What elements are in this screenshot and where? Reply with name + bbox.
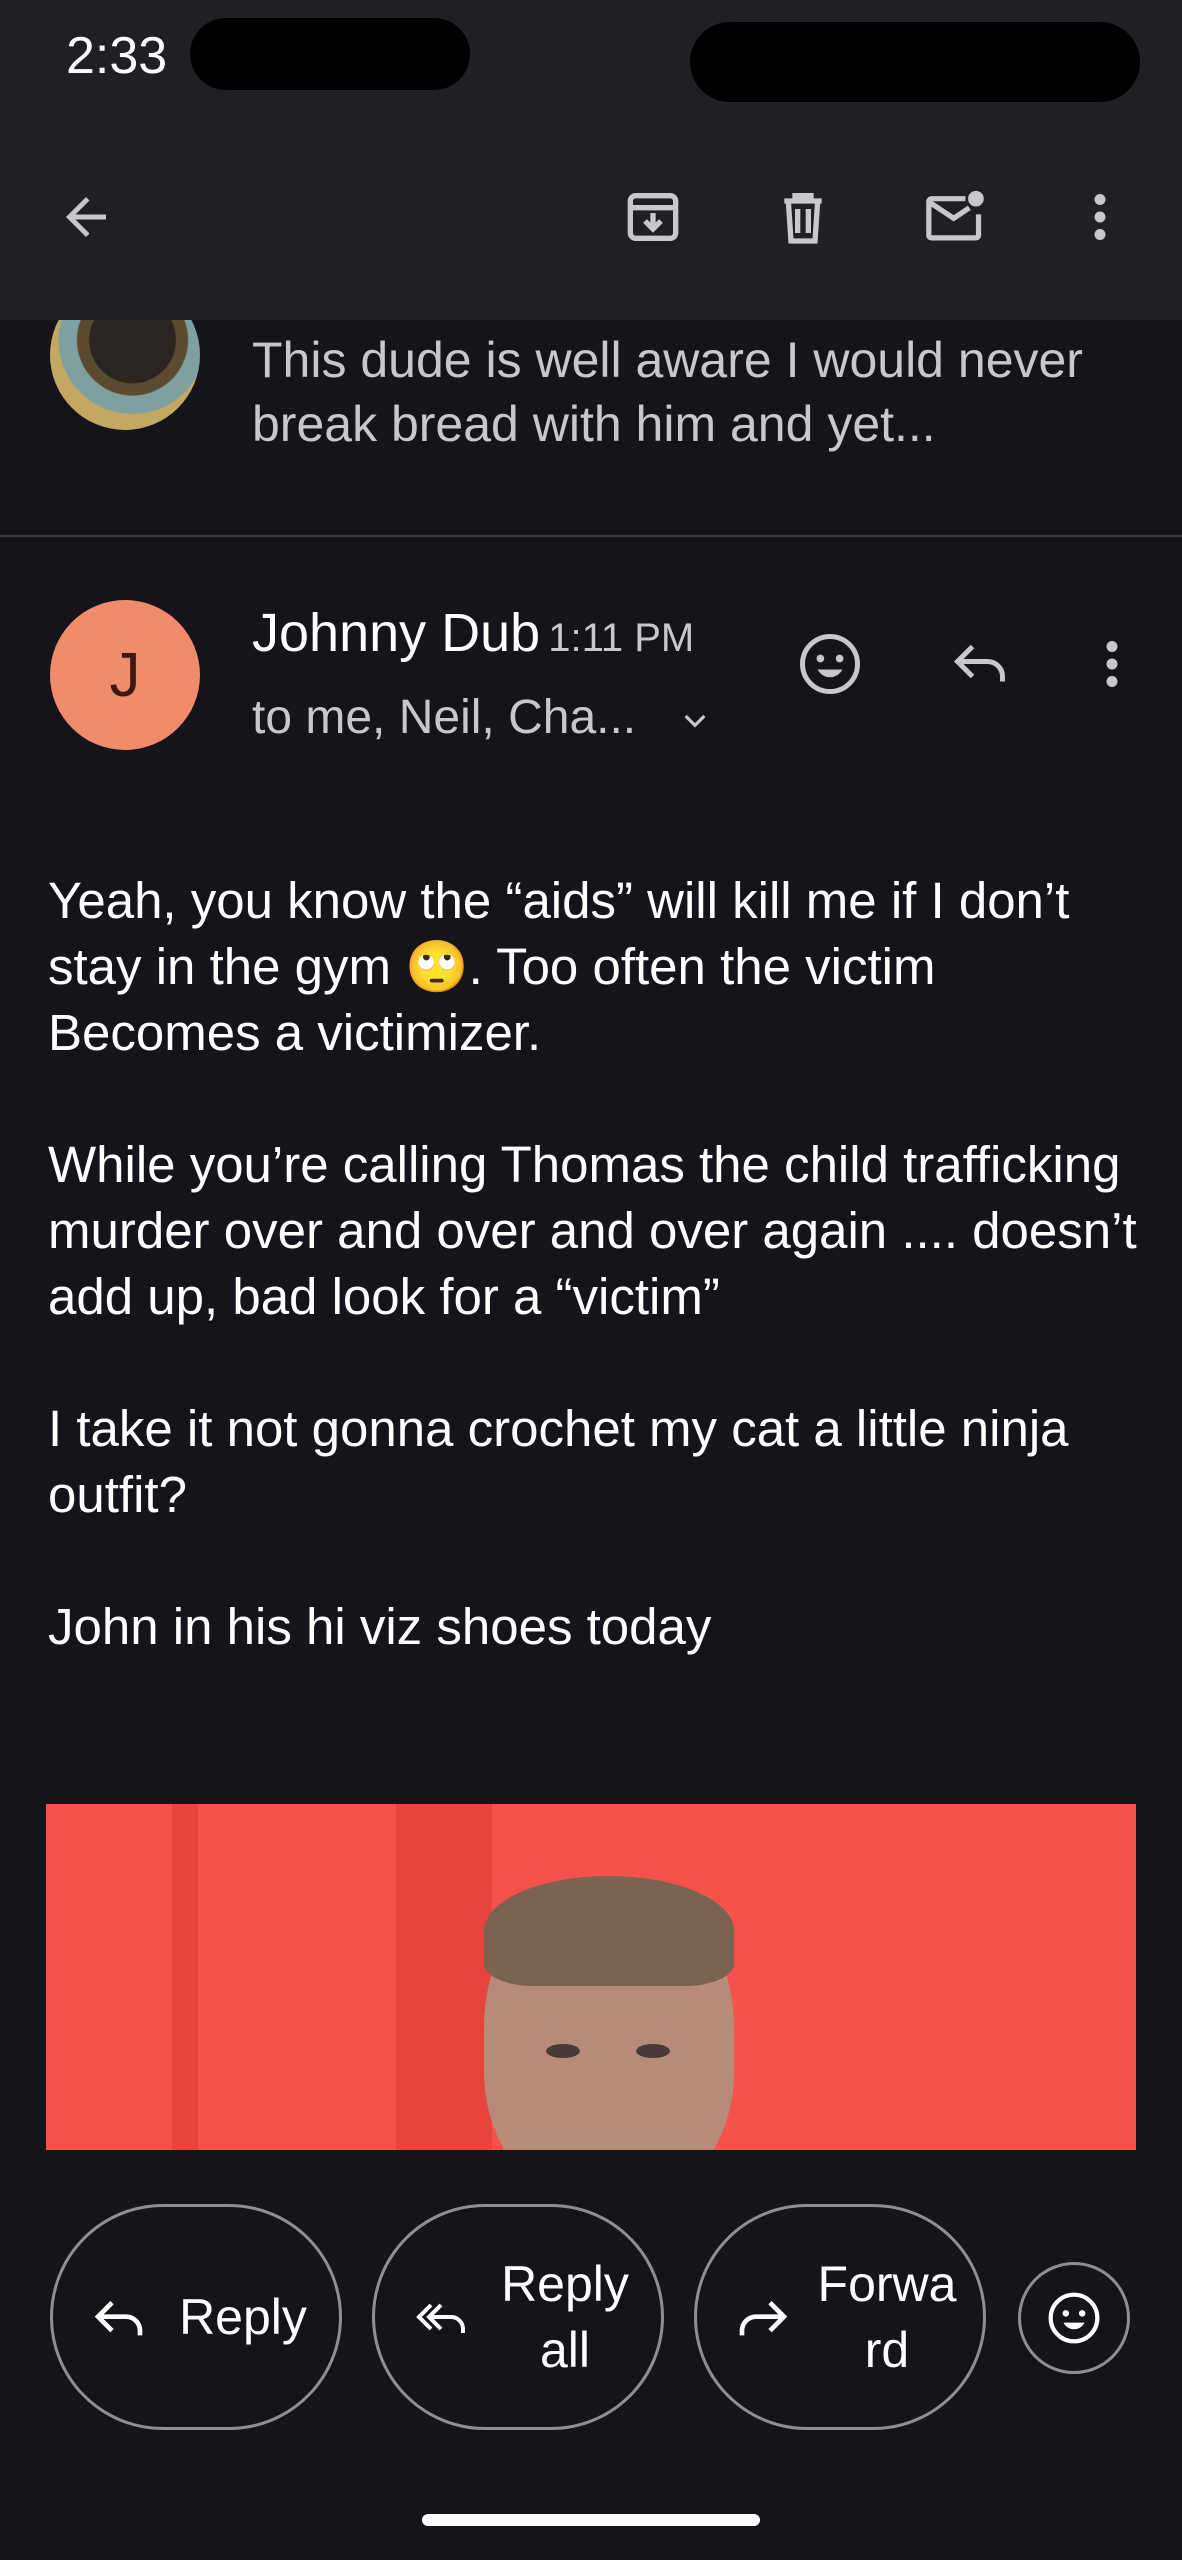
forward-label: Forwa rd bbox=[817, 2256, 957, 2378]
message-paragraph: John in his hi viz shoes today bbox=[48, 1598, 712, 1655]
emoji-icon bbox=[1048, 2292, 1100, 2344]
collapsed-message[interactable]: This dude is well aware I would never br… bbox=[0, 320, 1182, 537]
image-hair bbox=[484, 1876, 734, 1986]
image-stripe bbox=[396, 1804, 492, 2150]
trash-icon[interactable] bbox=[763, 177, 843, 257]
mark-unread-icon[interactable] bbox=[915, 177, 995, 257]
sender-name: Johnny Dub bbox=[252, 603, 541, 663]
avatar-letter: J bbox=[109, 640, 141, 710]
reply-all-label: Reply all bbox=[501, 2256, 629, 2378]
forward-button[interactable]: Forwa rd bbox=[694, 2204, 986, 2430]
reply-all-button[interactable]: Reply all bbox=[372, 2204, 664, 2430]
sender-header: Johnny Dub 1:11 PM bbox=[252, 602, 694, 664]
status-bar: 2:33 bbox=[0, 0, 1182, 120]
more-vert-icon[interactable] bbox=[1060, 177, 1140, 257]
reply-all-icon bbox=[416, 2303, 465, 2333]
add-reaction-icon[interactable] bbox=[790, 624, 870, 704]
reply-icon bbox=[94, 2301, 143, 2336]
message-time: 1:11 PM bbox=[548, 616, 695, 660]
avatar bbox=[50, 320, 200, 430]
image-eye bbox=[636, 2044, 670, 2058]
message-paragraph: I take it not gonna crochet my cat a lit… bbox=[48, 1400, 1069, 1523]
redaction-mark bbox=[690, 22, 1140, 102]
image-eye bbox=[546, 2044, 580, 2058]
recipients-text: to me, Neil, Cha... bbox=[252, 691, 637, 744]
avatar[interactable]: J bbox=[50, 600, 200, 750]
status-time: 2:33 bbox=[66, 27, 168, 85]
inline-image[interactable] bbox=[46, 1804, 1136, 2150]
chevron-down-icon bbox=[679, 693, 711, 748]
message-snippet: This dude is well aware I would never br… bbox=[252, 332, 1083, 452]
redaction-mark bbox=[190, 18, 470, 90]
message-paragraph: Yeah, you know the “aids” will kill me i… bbox=[48, 872, 1070, 1061]
recipients-toggle[interactable]: to me, Neil, Cha... bbox=[252, 690, 711, 748]
more-vert-icon[interactable] bbox=[1072, 624, 1152, 704]
message-paragraph: While you’re calling Thomas the child tr… bbox=[48, 1136, 1137, 1325]
reply-icon[interactable] bbox=[940, 624, 1020, 704]
reply-label: Reply bbox=[179, 2289, 307, 2345]
arrow-back-icon[interactable] bbox=[46, 177, 126, 257]
archive-icon[interactable] bbox=[613, 177, 693, 257]
message-body: Yeah, you know the “aids” will kill me i… bbox=[48, 868, 1138, 1726]
top-app-bar bbox=[0, 120, 1182, 320]
reply-button[interactable]: Reply bbox=[50, 2204, 342, 2430]
home-indicator[interactable] bbox=[422, 2514, 760, 2526]
image-stripe bbox=[172, 1804, 198, 2150]
add-reaction-button[interactable] bbox=[1018, 2262, 1130, 2374]
forward-icon bbox=[739, 2301, 788, 2336]
